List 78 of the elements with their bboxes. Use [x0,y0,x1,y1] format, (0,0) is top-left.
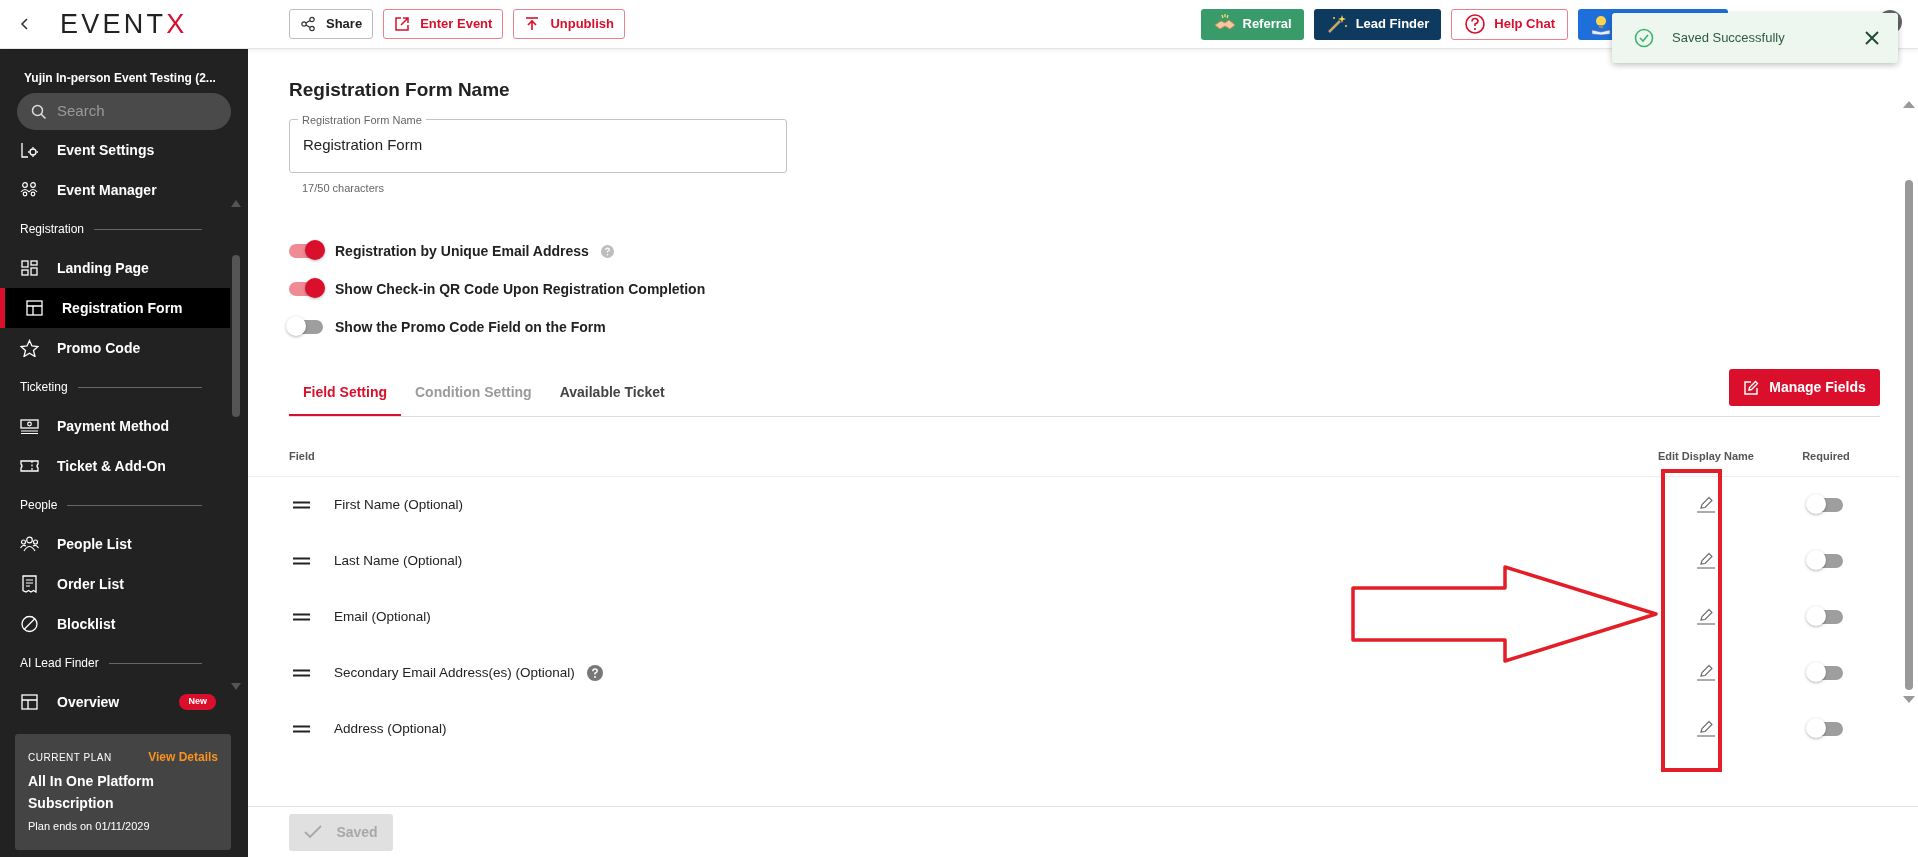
settings-icon [20,141,39,159]
upload-icon [524,16,541,32]
section-heading: AI Lead Finder [20,655,99,672]
logo: EVENTX [60,10,188,38]
table-icon [20,693,39,711]
plan-name: All In One Platform Subscription [28,772,155,813]
toast-message: Saved Successfully [1672,29,1785,48]
switch-label: Registration by Unique Email Address [335,241,589,261]
field-name: First Name (Optional) [334,495,464,514]
help-icon [1464,13,1487,35]
drag-handle-icon[interactable] [293,557,310,565]
plan-end-date: Plan ends on 01/11/2029 [28,819,151,834]
field-name: Email (Optional) [334,607,431,626]
section-heading: People [20,497,58,514]
sidebar-item[interactable]: Ticket & Add-On [0,446,230,486]
name-input[interactable]: Registration Form [303,134,773,157]
drag-handle-icon[interactable] [293,613,310,621]
character-counter: 17/50 characters [301,180,385,196]
tab[interactable]: Available Ticket [545,370,679,416]
switch-label: Show Check-in QR Code Upon Registration Completion [335,279,706,299]
share-icon [300,16,316,32]
header-button[interactable]: Enter Event [383,9,504,39]
sidebar-item[interactable]: Order List [0,564,230,604]
drag-handle-icon[interactable] [293,501,310,509]
sidebar-item[interactable]: Blocklist [0,604,230,644]
sidebar-item[interactable]: Overview New [0,682,230,722]
external-link-icon [394,16,411,32]
sidebar-item[interactable]: Promo Code [0,328,230,368]
header-button[interactable]: Unpublish [513,9,625,39]
new-badge: New [179,694,216,710]
header-button[interactable]: Lead Finder [1313,8,1442,40]
close-icon[interactable] [1864,30,1880,46]
edit-icon[interactable] [1696,495,1716,515]
money-icon [20,417,39,435]
receipt-icon [20,575,39,593]
section-heading: Ticketing [20,379,68,396]
plan-caption: CURRENT PLAN [28,750,112,765]
table-icon [25,299,44,317]
header-button[interactable]: Help Chat [1451,8,1568,40]
drag-handle-icon[interactable] [293,669,310,677]
sidebar-item[interactable]: Event Settings [0,130,230,170]
star-icon [20,339,39,357]
sidebar-item[interactable]: People List [0,524,230,564]
field-name: Last Name (Optional) [334,551,463,570]
tab[interactable]: Field Setting [289,370,401,416]
manage-fields-button[interactable]: Manage Fields [1729,369,1880,406]
sidebar-item[interactable]: Event Manager [0,170,230,210]
layout-icon [20,259,39,277]
ticket-icon [20,457,39,475]
block-icon [20,615,39,633]
section-heading: Registration [20,221,85,238]
event-name: Yujin In-person Event Testing (2... [23,70,217,87]
section-title: Registration Form Name [289,78,511,102]
column-header: Field [289,449,316,465]
people-icon [20,181,39,199]
drag-handle-icon[interactable] [293,725,310,733]
sidebar-item[interactable]: Landing Page [0,248,230,288]
search-field[interactable]: Search [17,93,231,130]
search-input[interactable]: Search [57,100,217,123]
column-header: Edit Display Name [1657,449,1755,465]
field-name: Address (Optional) [334,719,447,738]
field-name: Secondary Email Address(es) (Optional) [334,663,575,682]
edit-icon [1743,379,1760,396]
switch-label: Show the Promo Code Field on the Form [335,317,606,337]
edit-icon[interactable] [1696,719,1716,739]
search-icon [31,103,47,120]
sidebar-item[interactable]: Payment Method [0,406,230,446]
column-header: Required [1801,449,1851,465]
check-icon [304,825,323,839]
header-button[interactable]: Share [289,9,374,39]
edit-icon[interactable] [1696,607,1716,627]
sidebar-item[interactable]: Registration Form [0,288,230,328]
people-icon [20,535,39,553]
edit-icon[interactable] [1696,551,1716,571]
view-details-link[interactable]: View Details [148,748,218,766]
edit-icon[interactable] [1696,663,1716,683]
check-circle-icon [1634,28,1654,48]
back-icon[interactable] [20,17,30,31]
